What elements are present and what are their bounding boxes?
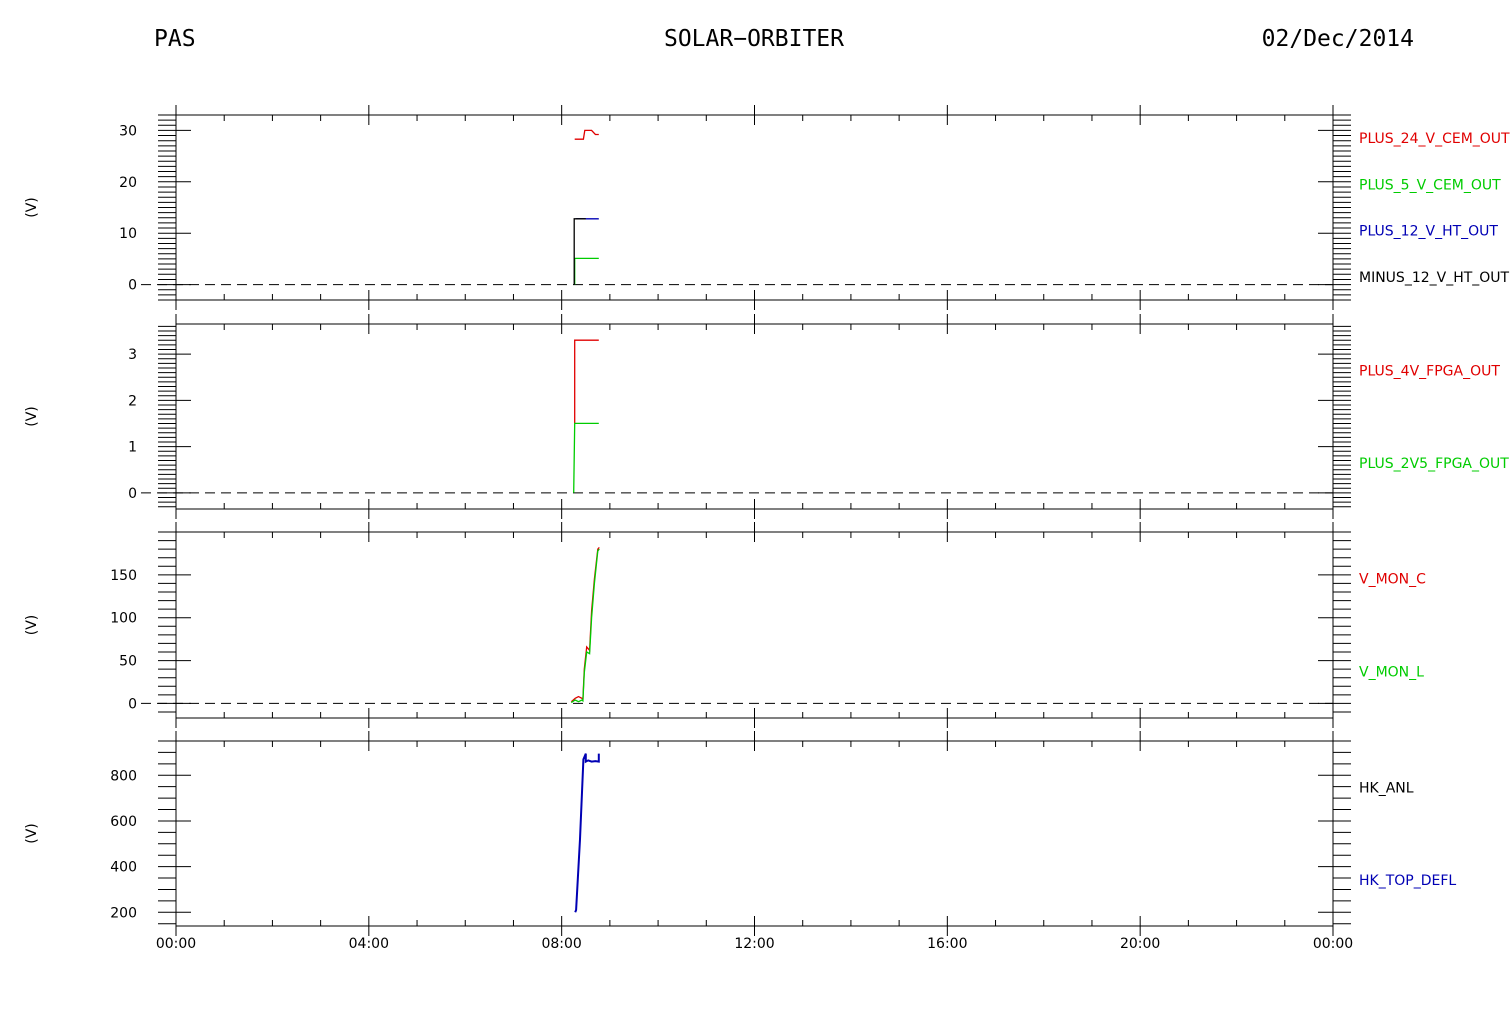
y-axis-label: (V) — [24, 406, 40, 427]
legend-label: PLUS_12_V_HT_OUT — [1359, 224, 1498, 240]
series-line-hk-top-defl — [574, 753, 600, 913]
plot-frame — [175, 323, 1334, 510]
series-line-plus-5-v-cem-out — [574, 257, 599, 285]
ytick-label: 1 — [128, 440, 137, 456]
figure-canvas: PAS SOLAR−ORBITER 02/Dec/2014 0102030(V)… — [24, 26, 1510, 952]
plot-frame — [175, 740, 1334, 927]
ytick-label: 2 — [128, 393, 137, 409]
xtick-label: 08:00 — [541, 936, 581, 952]
ytick-label: 30 — [119, 123, 137, 139]
ytick-label: 600 — [110, 814, 137, 830]
xtick-label: 00:00 — [156, 936, 196, 952]
xtick-label: 04:00 — [349, 936, 389, 952]
legend-label: PLUS_5_V_CEM_OUT — [1359, 177, 1501, 193]
xtick-label: 00:00 — [1313, 936, 1353, 952]
ytick-label: 200 — [110, 905, 137, 921]
ytick-label: 100 — [110, 611, 137, 627]
header-mission: SOLAR−ORBITER — [664, 26, 844, 52]
plot-frame — [175, 531, 1334, 719]
panels-container: 0102030(V)PLUS_24_V_CEM_OUTPLUS_5_V_CEM_… — [24, 105, 1510, 952]
y-axis-label: (V) — [24, 615, 40, 636]
legend-label: PLUS_4V_FPGA_OUT — [1359, 363, 1500, 379]
panel-4: 200 400 600 800 (V) HK_ANL HK_TOP_DEFL 00:00 04:… — [24, 731, 1456, 952]
ytick-label: 400 — [110, 860, 137, 876]
series-line-plus-2v5-fpga-out — [573, 422, 599, 493]
series-line-minus-12-v-ht-out — [573, 218, 586, 285]
y-axis-label: (V) — [24, 823, 40, 844]
legend-label: PLUS_2V5_FPGA_OUT — [1359, 456, 1509, 472]
ytick-label: 3 — [128, 347, 137, 363]
xtick-label: 20:00 — [1120, 936, 1160, 952]
ytick-label: 50 — [119, 654, 137, 670]
legend-label: V_MON_L — [1359, 665, 1424, 681]
header-date: 02/Dec/2014 — [1262, 26, 1414, 52]
xtick-label: 16:00 — [927, 936, 967, 952]
ytick-label: 10 — [119, 226, 137, 242]
ytick-label: 0 — [128, 696, 137, 712]
plot-frame — [175, 114, 1334, 301]
series-line-plus-24-v-cem-out — [574, 129, 599, 140]
panel-1: 0 10 20 30 (V) PLUS_24_V_CEM_OUT PLUS_5_V_CEM_… — [24, 105, 1510, 310]
header-instrument: PAS — [154, 26, 196, 52]
series-line-v-mon-l — [570, 548, 600, 704]
legend-label: HK_ANL — [1359, 780, 1414, 796]
legend-label: MINUS_12_V_HT_OUT — [1359, 270, 1510, 286]
panel-2: 0 1 2 3 (V) PLUS_4V_FPGA_OUT PLUS_2V5_FPGA_OUT — [24, 314, 1509, 519]
ytick-label: 0 — [128, 278, 137, 294]
legend-label: V_MON_C — [1359, 572, 1426, 588]
legend-label: HK_TOP_DEFL — [1359, 873, 1456, 889]
ytick-label: 150 — [110, 568, 137, 584]
xtick-label: 12:00 — [734, 936, 774, 952]
legend-label: PLUS_24_V_CEM_OUT — [1359, 131, 1510, 147]
y-axis-label: (V) — [24, 197, 40, 218]
ytick-label: 0 — [128, 486, 137, 502]
ytick-label: 20 — [119, 175, 137, 191]
panel-3: 0 50 100 150 (V) V_MON_C V_MON_L — [24, 522, 1426, 728]
series-line-plus-4v-fpga-out — [574, 339, 599, 424]
ytick-label: 800 — [110, 768, 137, 784]
